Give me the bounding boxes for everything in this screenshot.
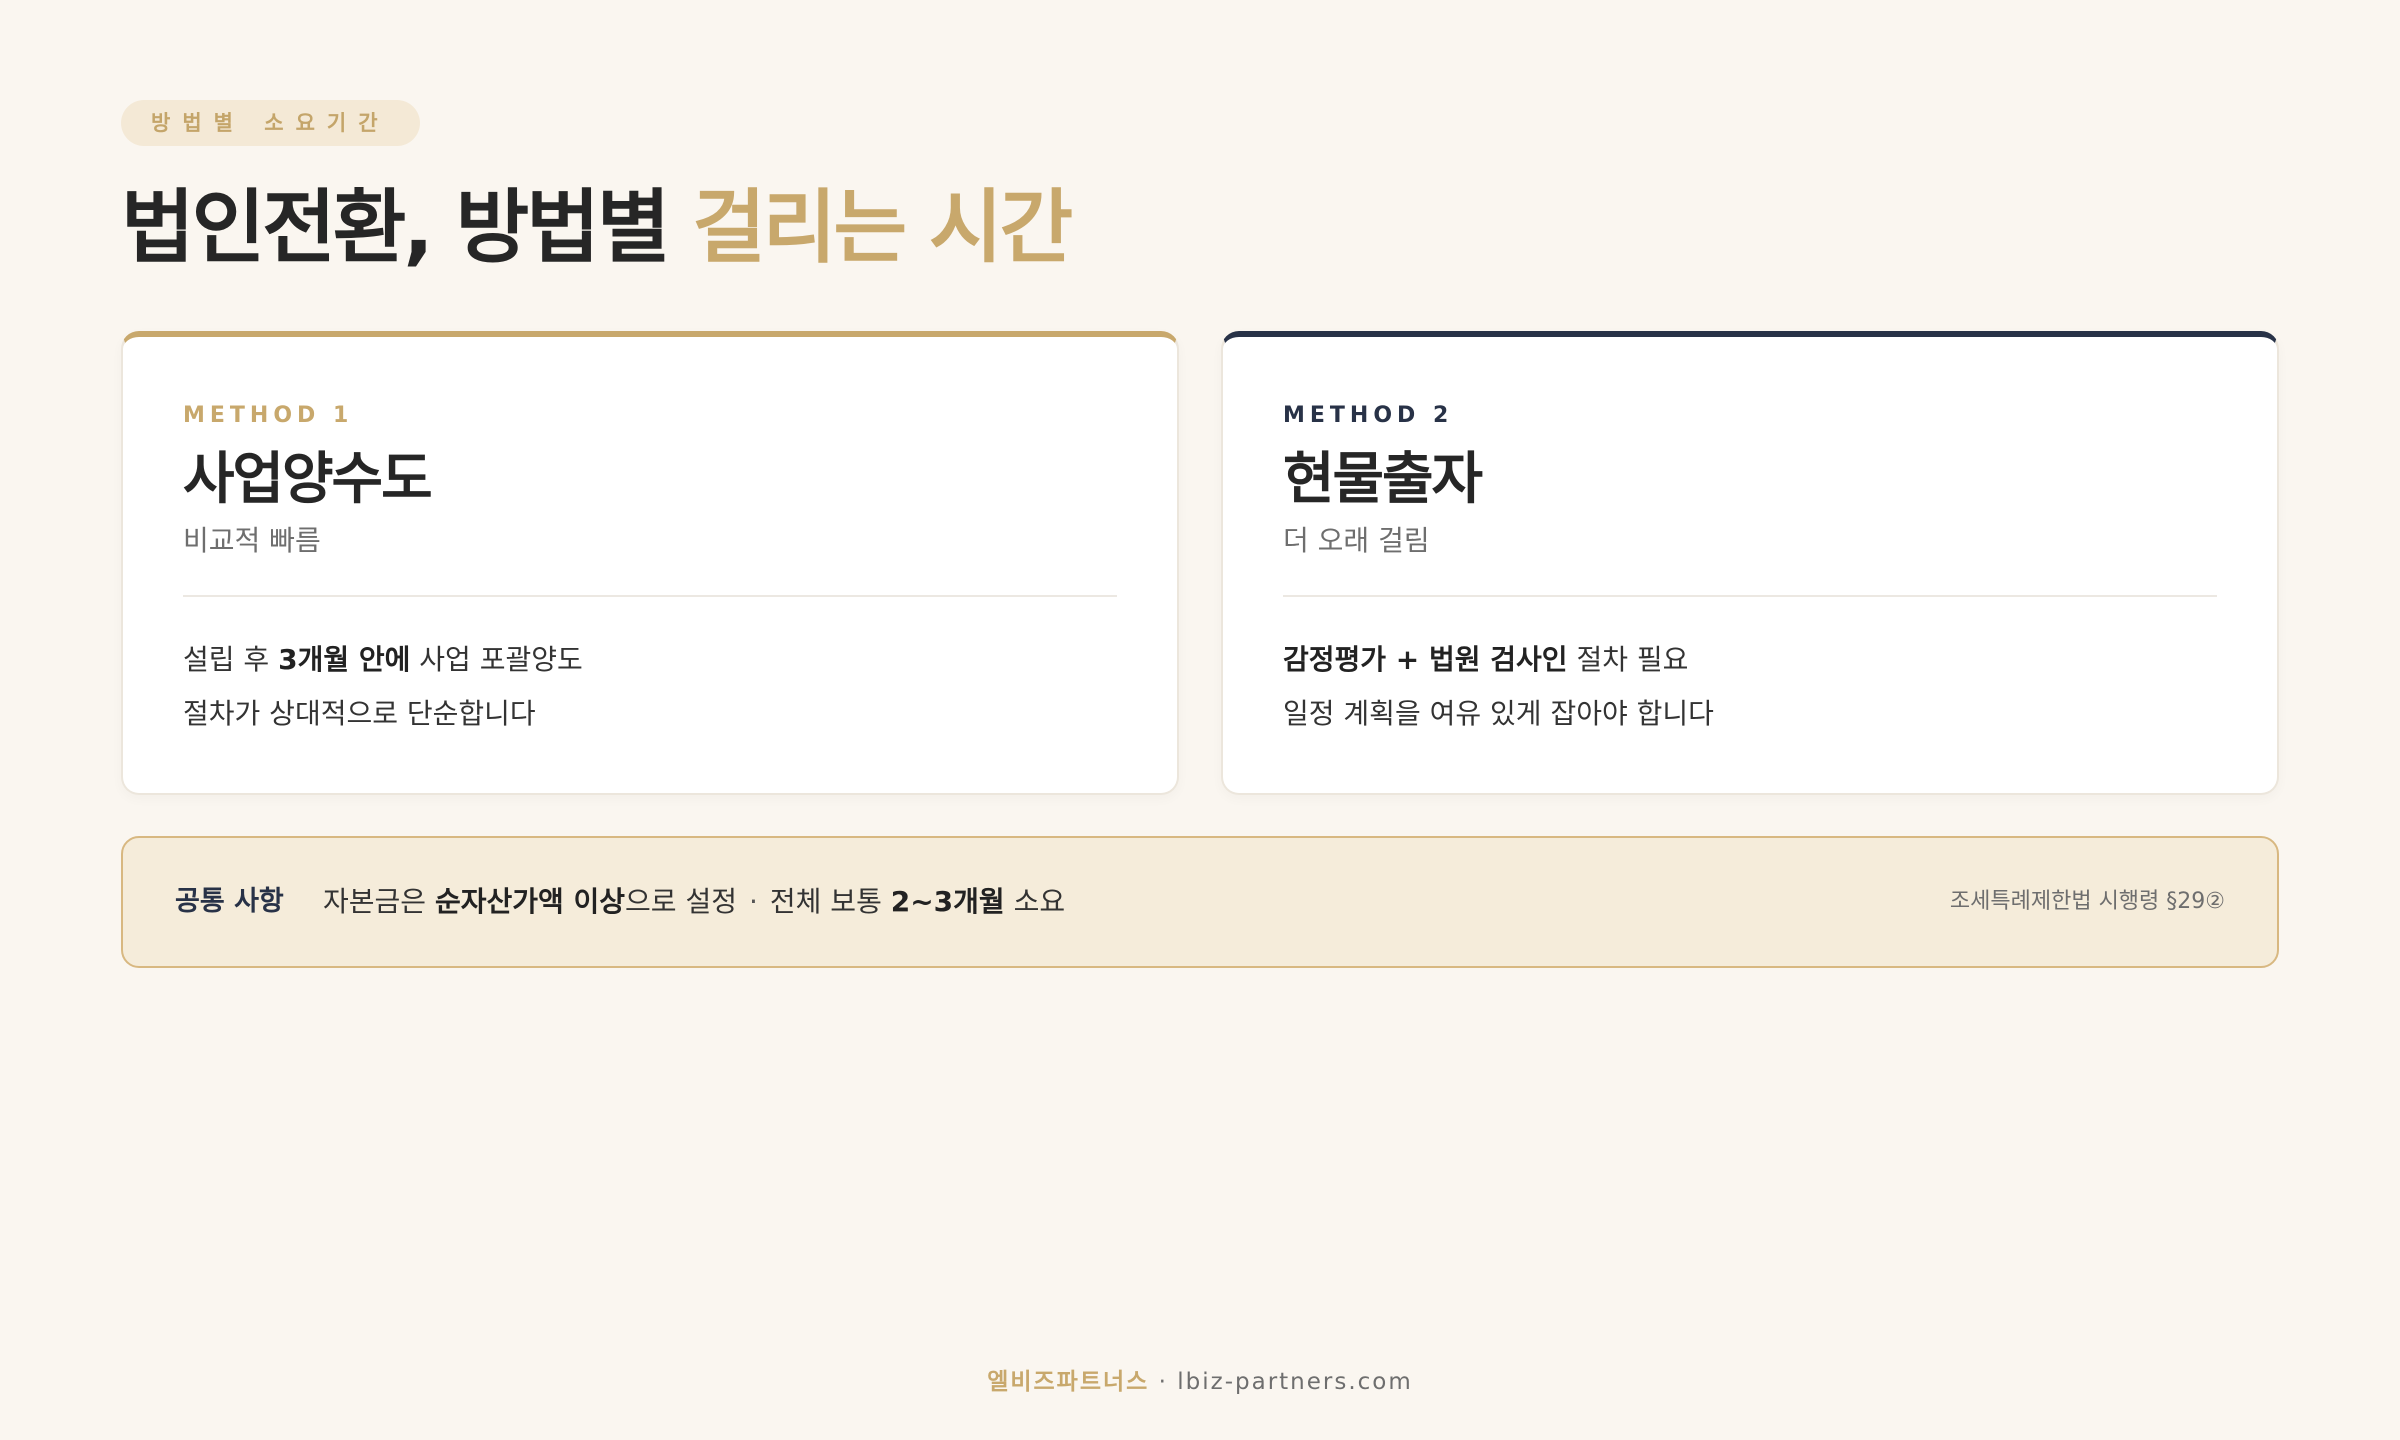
footer-domain: lbiz-partners.com [1177,1369,1413,1395]
common-text-part: 전체 보통 [769,885,891,918]
method-label: METHOD 1 [183,403,354,428]
common-label: 공통 사항 [175,886,284,917]
common-text-part: 으로 설정 [625,885,737,918]
common-notes-box: 공통 사항 자본금은 순자산가액 이상으로 설정 · 전체 보통 2~3개월 소요 … [121,836,2279,968]
method-card-2: METHOD 2 현물출자 더 오래 걸림 감정평가 + 법원 검사인 절차 필… [1221,331,2279,795]
description-text: 절차 필요 [1567,643,1689,676]
method-subtitle: 더 오래 걸림 [1283,524,1430,557]
page-title-accent: 걸리는 시간 [692,181,1073,274]
card-divider [183,595,1117,597]
page-title-main: 법인전환, 방법별 [121,181,693,274]
description-line-1: 설립 후 3개월 안에 사업 포괄양도 [183,633,1117,687]
method-name: 현물출자 [1283,447,1483,512]
method-name: 사업양수도 [183,447,433,512]
description-line-2: 절차가 상대적으로 단순합니다 [183,697,536,730]
description-text: 설립 후 [183,643,279,676]
legal-reference: 조세특례제한법 시행령 §29② [1949,889,2225,914]
footer-separator: · [1149,1369,1178,1395]
method-description: 감정평가 + 법원 검사인 절차 필요 일정 계획을 여유 있게 잡아야 합니다 [1283,633,2217,741]
page-title: 법인전환, 방법별 걸리는 시간 [121,178,1073,278]
description-text: 사업 포괄양도 [410,643,583,676]
common-highlight: 순자산가액 이상 [434,885,626,918]
common-highlight: 2~3개월 [890,885,1005,918]
page: 방법별 소요기간 법인전환, 방법별 걸리는 시간 METHOD 1 사업양수도… [121,0,2279,1440]
method-subtitle: 비교적 빠름 [183,524,321,557]
description-line-1: 감정평가 + 법원 검사인 절차 필요 [1283,633,2217,687]
common-text-part: 소요 [1004,885,1066,918]
method-label: METHOD 2 [1283,403,1454,428]
description-highlight: 감정평가 + 법원 검사인 [1283,643,1568,676]
common-text-part: 자본금은 [323,885,435,918]
common-text: 자본금은 순자산가액 이상으로 설정 · 전체 보통 2~3개월 소요 [323,838,1065,966]
method-card-1: METHOD 1 사업양수도 비교적 빠름 설립 후 3개월 안에 사업 포괄양… [121,331,1179,795]
footer-brand: 엘비즈파트너스 [987,1369,1150,1395]
middot-separator: · [748,885,758,918]
footer: 엘비즈파트너스 · lbiz-partners.com [0,1362,2400,1402]
description-line-2: 일정 계획을 여유 있게 잡아야 합니다 [1283,697,1714,730]
card-divider [1283,595,2217,597]
method-description: 설립 후 3개월 안에 사업 포괄양도 절차가 상대적으로 단순합니다 [183,633,1117,741]
section-tag: 방법별 소요기간 [121,100,420,146]
description-highlight: 3개월 안에 [278,643,411,676]
